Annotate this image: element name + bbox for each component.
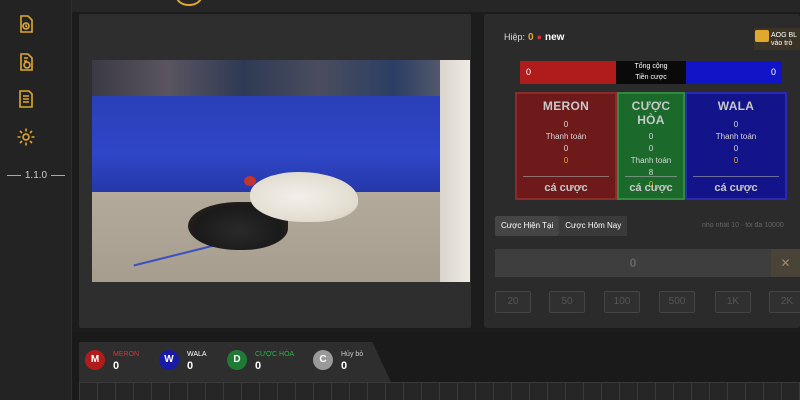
round-label: Hiệp:: [504, 32, 526, 42]
draw-payout: 8: [648, 168, 654, 177]
list-doc-icon[interactable]: [16, 89, 36, 109]
score-cancel-value: 0: [341, 360, 348, 372]
meron-body: 0 Thanh toán 0 0: [517, 119, 615, 167]
wala-payout-label: Thanh toán: [715, 132, 757, 141]
score-draw-label: CƯỢC HÒA: [255, 351, 295, 358]
score-meron-label: MERON: [113, 351, 140, 358]
chip-1k[interactable]: 1K: [715, 291, 751, 313]
meron-divider: [523, 176, 609, 177]
logo-icon[interactable]: [176, 0, 202, 6]
meron-my-bet: 0: [563, 156, 569, 165]
score-wala-badge: W: [159, 350, 179, 370]
total-label: Tổng cộng Tiền cược: [616, 61, 686, 84]
status-dot-icon: ●: [536, 32, 543, 42]
wala-body: 0 Thanh toán 0 0: [687, 119, 785, 167]
clear-amount-button[interactable]: ✕: [771, 249, 800, 277]
total-label-line2: Tiền cược: [635, 74, 667, 81]
chip-50[interactable]: 50: [549, 291, 585, 313]
chip-20[interactable]: 20: [495, 291, 531, 313]
app-root: 1.1.0 Hiệp: 0 ● new AOG BL vào trò 0 Tổng c…: [0, 0, 800, 400]
totals-bar: 0 Tổng cộng Tiền cược 0: [520, 61, 782, 84]
wala-bet-button[interactable]: cá cược: [687, 182, 785, 194]
score-wala-label: WALA: [187, 351, 207, 358]
bet-panel: Hiệp: 0 ● new AOG BL vào trò 0 Tổng cộng Ti…: [484, 14, 800, 328]
version-label: 1.1.0: [0, 170, 72, 181]
chip-2k[interactable]: 2K: [769, 291, 800, 313]
promo-logo-icon: [755, 30, 769, 42]
promo-line1: AOG BL: [771, 31, 798, 39]
video-rooster-comb: [244, 176, 256, 186]
round-number: 0: [528, 32, 534, 43]
wala-amount: 0: [733, 120, 739, 129]
total-meron: 0: [520, 61, 616, 84]
bet-limit-hint: nho nhất 10 · tối đa 10000: [702, 222, 784, 229]
promo-badge[interactable]: AOG BL vào trò: [754, 28, 800, 50]
score-draw-badge: D: [227, 350, 247, 370]
meron-payout: 0: [563, 144, 569, 153]
bet-box-draw[interactable]: CƯỢC HÒA 0 0 Thanh toán 8 0 cá cược: [617, 92, 685, 200]
wala-title: WALA: [717, 99, 755, 113]
chip-500[interactable]: 500: [659, 291, 695, 313]
score-meron-value: 0: [113, 360, 120, 372]
money-doc-icon[interactable]: [16, 52, 36, 72]
draw-amount-2: 0: [648, 144, 654, 153]
draw-title: CƯỢC HÒA: [631, 99, 671, 127]
bet-amount-input[interactable]: [495, 249, 771, 277]
bet-tabs: Cược Hiện Tại Cược Hôm Nay: [495, 216, 628, 236]
history-doc-icon[interactable]: [16, 14, 36, 34]
live-video[interactable]: [92, 60, 470, 282]
video-person: [440, 60, 470, 282]
score-cancel-label: Hủy bỏ: [341, 351, 364, 358]
chip-selector: 20 50 100 500 1K 2K: [495, 291, 800, 313]
chip-100[interactable]: 100: [604, 291, 640, 313]
draw-divider: [625, 176, 677, 177]
score-draw-value: 0: [255, 360, 262, 372]
meron-bet-button[interactable]: cá cược: [517, 182, 615, 194]
draw-amount: 0: [648, 132, 654, 141]
round-info: Hiệp: 0 ● new: [504, 32, 564, 43]
tab-today-bets[interactable]: Cược Hôm Nay: [559, 216, 628, 236]
promo-line2: vào trò: [771, 40, 793, 47]
wala-payout: 0: [733, 144, 739, 153]
meron-payout-label: Thanh toán: [545, 132, 587, 141]
draw-payout-label: Thanh toán: [630, 156, 672, 165]
bet-options: MERON 0 Thanh toán 0 0 cá cược CƯỢC HÒA …: [515, 92, 787, 200]
meron-title: MERON: [542, 99, 590, 113]
sidebar: 1.1.0: [0, 0, 72, 400]
draw-bet-button[interactable]: cá cược: [619, 182, 683, 194]
wala-my-bet: 0: [733, 156, 739, 165]
bet-box-meron[interactable]: MERON 0 Thanh toán 0 0 cá cược: [515, 92, 617, 200]
score-meron-badge: M: [85, 350, 105, 370]
total-wala: 0: [686, 61, 782, 84]
score-cancel-badge: C: [313, 350, 333, 370]
score-wala-value: 0: [187, 360, 194, 372]
results-road-grid: [79, 382, 800, 400]
meron-amount: 0: [563, 120, 569, 129]
bet-box-wala[interactable]: WALA 0 Thanh toán 0 0 cá cược: [685, 92, 787, 200]
gear-icon[interactable]: [16, 127, 36, 147]
tab-current-bets[interactable]: Cược Hiện Tại: [495, 216, 560, 236]
round-status: new: [545, 32, 565, 43]
top-bar: [72, 0, 800, 12]
wala-divider: [693, 176, 779, 177]
total-label-line1: Tổng cộng: [634, 63, 668, 70]
